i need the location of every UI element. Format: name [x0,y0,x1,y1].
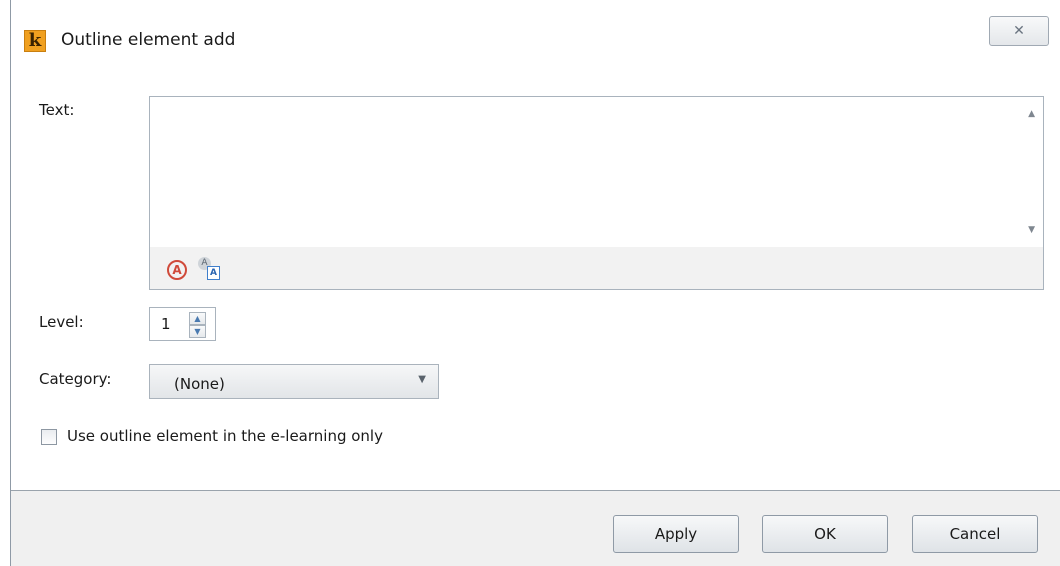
close-icon: ✕ [1013,23,1025,39]
level-value[interactable]: 1 [161,315,171,333]
chevron-down-icon: ▼ [418,374,426,385]
text-label: Text: [39,101,75,119]
app-logo-icon: k [24,30,46,52]
level-stepper[interactable]: 1 ▲ ▼ [149,307,216,341]
scroll-down-icon[interactable]: ▼ [1028,225,1035,235]
translate-icon[interactable]: A A [198,257,222,281]
close-button[interactable]: ✕ [989,16,1049,46]
translate-target-glyph: A [207,266,220,280]
category-selected-value: (None) [174,375,225,393]
category-select[interactable]: (None) ▼ [149,364,439,399]
outline-element-dialog: k Outline element add ✕ Text: ▲ ▼ A A A … [10,0,1060,566]
app-logo-letter: k [28,30,42,51]
title-bar: k Outline element add ✕ [11,0,1060,82]
button-footer [11,491,1060,566]
window-title: Outline element add [61,30,236,50]
stepper-down-icon[interactable]: ▼ [189,325,206,338]
apply-button[interactable]: Apply [613,515,739,553]
ok-button[interactable]: OK [762,515,888,553]
category-label: Category: [39,370,112,388]
format-glyph: A [172,263,182,277]
text-toolbar: A A A [150,247,1043,289]
stepper-up-icon[interactable]: ▲ [189,312,206,325]
level-label: Level: [39,313,84,331]
elearning-only-label[interactable]: Use outline element in the e-learning on… [67,427,383,445]
cancel-button[interactable]: Cancel [912,515,1038,553]
elearning-only-checkbox[interactable] [41,429,57,445]
text-format-icon[interactable]: A [167,260,187,280]
scroll-up-icon[interactable]: ▲ [1028,109,1035,119]
text-input-area[interactable]: ▲ ▼ A A A [149,96,1044,290]
